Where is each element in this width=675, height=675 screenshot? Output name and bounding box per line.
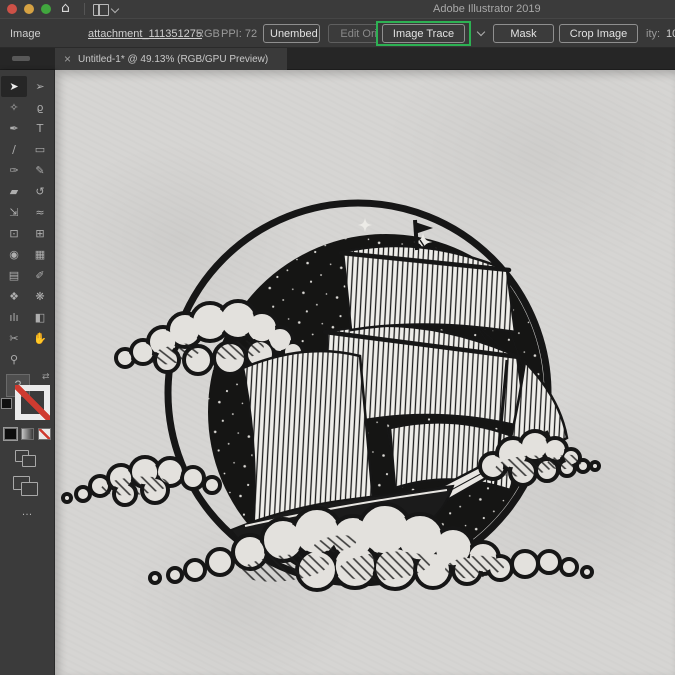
edit-toolbar-ellipsis[interactable]: …	[0, 506, 55, 518]
ppi-label: PPI: 72	[221, 28, 257, 40]
rectangle-tool[interactable]: ▭	[27, 139, 53, 160]
illustrator-window: { "titlebar": { "app_title": "Adobe Illu…	[0, 0, 675, 675]
slice-tool[interactable]: ✂	[1, 328, 27, 349]
zoom-tool[interactable]: ⚲	[1, 349, 27, 370]
home-icon[interactable]: ⌂	[61, 0, 70, 16]
rotate-tool[interactable]: ↺	[27, 181, 53, 202]
edit-original-clip: Edit Origi	[328, 19, 376, 49]
artboard-tool[interactable]: ◧	[27, 307, 53, 328]
column-graph-tool[interactable]: ılı	[1, 307, 27, 328]
image-trace-highlight: Image Trace	[376, 21, 471, 46]
opacity-label-fragment: ity:	[646, 28, 660, 40]
eraser-tool[interactable]: ▰	[1, 181, 27, 202]
selection-tool[interactable]: ➤	[1, 76, 27, 97]
edit-original-button[interactable]: Edit Origi	[328, 24, 376, 43]
perspective-grid-tool[interactable]: ▦	[27, 244, 53, 265]
screen-mode-icon[interactable]	[13, 476, 41, 496]
eyedropper-tool[interactable]: ✐	[27, 265, 53, 286]
chevron-down-icon[interactable]	[111, 5, 119, 13]
width-tool[interactable]: ≈	[27, 202, 53, 223]
crop-image-button[interactable]: Crop Image	[559, 24, 638, 43]
blend-tool[interactable]: ❖	[1, 286, 27, 307]
tools-panel: ➤➢✧ϱ✒T∕▭✑✎▰↺⇲≈⊡⊞◉▦▤✐❖❋ılı◧✂✋⚲ ? ⇄ …	[0, 70, 55, 675]
drawing-modes-icon[interactable]	[15, 450, 39, 468]
symbol-sprayer-tool[interactable]: ❋	[27, 286, 53, 307]
hand-tool[interactable]: ✋	[27, 328, 53, 349]
image-trace-preset-chevron-icon[interactable]	[477, 28, 485, 36]
unembed-button[interactable]: Unembed	[263, 24, 320, 43]
opacity-value-fragment[interactable]: 10	[666, 28, 675, 40]
mask-button[interactable]: Mask	[493, 24, 554, 43]
shaper-tool[interactable]: ✎	[27, 160, 53, 181]
shape-builder-tool[interactable]: ⊞	[27, 223, 53, 244]
titlebar-divider	[84, 3, 85, 15]
magic-wand-tool[interactable]: ✧	[1, 97, 27, 118]
document-tab[interactable]: × Untitled-1* @ 49.13% (RGB/GPU Preview)	[55, 48, 287, 70]
placed-image-artwork[interactable]	[55, 70, 675, 675]
scale-tool[interactable]: ⇲	[1, 202, 27, 223]
close-window-button[interactable]	[7, 4, 17, 14]
minimize-window-button[interactable]	[24, 4, 34, 14]
tools-grid: ➤➢✧ϱ✒T∕▭✑✎▰↺⇲≈⊡⊞◉▦▤✐❖❋ılı◧✂✋⚲	[1, 76, 53, 370]
workspace-switcher-icon[interactable]	[93, 4, 109, 16]
lasso-tool[interactable]: ϱ	[27, 97, 53, 118]
gradient-mode-button[interactable]	[21, 428, 34, 440]
none-mode-button[interactable]	[38, 428, 51, 440]
gradient-tool[interactable]: ▤	[1, 265, 27, 286]
document-tab-title: Untitled-1* @ 49.13% (RGB/GPU Preview)	[78, 54, 268, 65]
puppet-warp-tool[interactable]: ◉	[1, 244, 27, 265]
type-tool[interactable]: T	[27, 118, 53, 139]
canvas[interactable]	[55, 70, 675, 675]
fill-stroke-swatches: ? ⇄ …	[0, 374, 55, 584]
color-mode-button[interactable]	[4, 428, 17, 440]
close-tab-icon[interactable]: ×	[64, 53, 71, 65]
stroke-swatch-none[interactable]	[15, 385, 50, 420]
swap-fill-stroke-icon[interactable]: ⇄	[42, 372, 50, 382]
pen-tool[interactable]: ✒	[1, 118, 27, 139]
line-segment-tool[interactable]: ∕	[1, 139, 27, 160]
app-title: Adobe Illustrator 2019	[433, 3, 541, 15]
document-tab-bar: × Untitled-1* @ 49.13% (RGB/GPU Preview)	[0, 48, 675, 70]
image-trace-button[interactable]: Image Trace	[382, 24, 465, 43]
free-transform-tool[interactable]: ⊡	[1, 223, 27, 244]
titlebar: ⌂ Adobe Illustrator 2019	[0, 0, 675, 19]
context-label: Image	[10, 28, 41, 40]
color-mode-label: RGB	[196, 28, 220, 40]
control-bar: Image attachment_111351275 RGB PPI: 72 U…	[0, 18, 675, 48]
linked-file-name[interactable]: attachment_111351275	[88, 28, 202, 40]
zoom-window-button[interactable]	[41, 4, 51, 14]
paintbrush-tool[interactable]: ✑	[1, 160, 27, 181]
panel-grip[interactable]	[12, 56, 30, 61]
direct-selection-tool[interactable]: ➢	[27, 76, 53, 97]
default-swatches-icon[interactable]	[1, 398, 12, 409]
